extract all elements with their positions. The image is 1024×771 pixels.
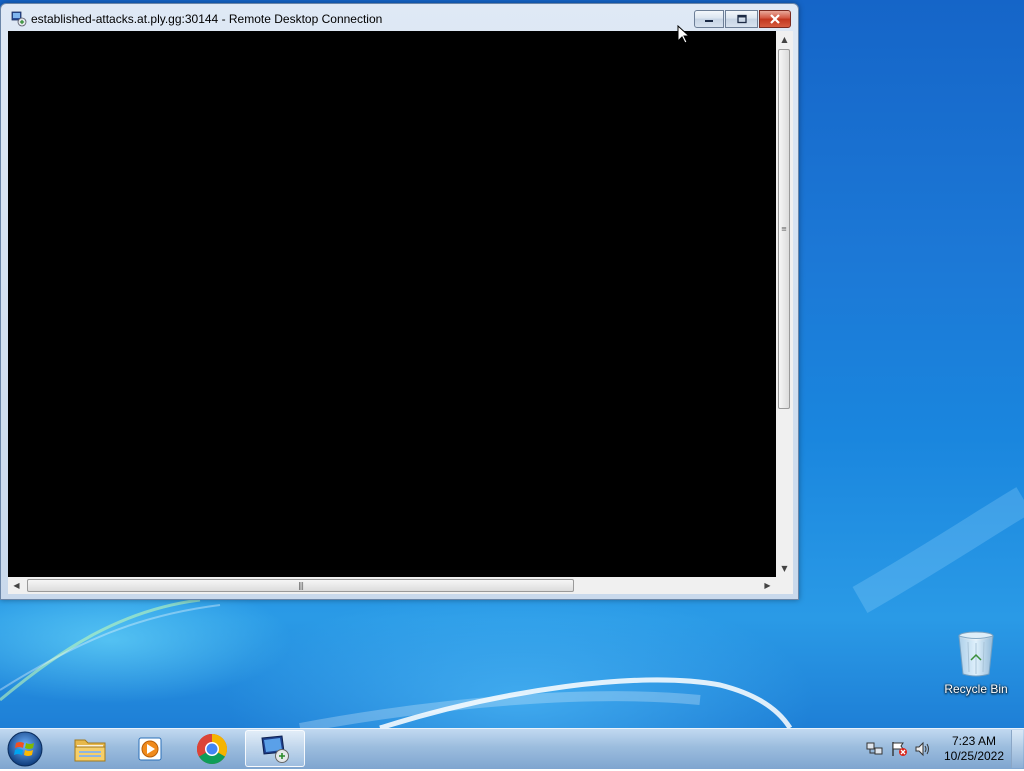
taskbar-button-explorer[interactable]: [62, 730, 118, 767]
desktop: established-attacks.at.ply.gg:30144 - Re…: [0, 0, 1024, 728]
clock-time: 7:23 AM: [951, 734, 997, 748]
remote-session-screen[interactable]: [8, 31, 776, 577]
chrome-icon: [196, 733, 228, 764]
window-title: established-attacks.at.ply.gg:30144 - Re…: [31, 12, 383, 26]
start-button[interactable]: [5, 730, 45, 768]
remote-desktop-icon: [261, 734, 289, 763]
windows-logo-icon: [7, 731, 43, 767]
folder-icon: [74, 739, 106, 761]
close-icon: [770, 14, 780, 24]
minimize-button[interactable]: [694, 10, 724, 28]
minimize-icon: [705, 20, 713, 22]
system-clock[interactable]: 7:23 AM 10/25/2022: [938, 734, 1010, 764]
horizontal-scrollbar[interactable]: ◀ ||| ▶: [8, 577, 776, 594]
vertical-scrollbar[interactable]: ▲ ≡ ▼: [776, 31, 793, 577]
scroll-up-arrow-icon[interactable]: ▲: [776, 31, 793, 48]
taskbar-button-remote-desktop[interactable]: [245, 730, 305, 767]
scrollbar-corner: [776, 577, 793, 594]
taskbar: 7:23 AM 10/25/2022: [0, 728, 1024, 769]
network-icon[interactable]: [866, 741, 884, 757]
horizontal-scroll-thumb[interactable]: |||: [27, 579, 574, 592]
volume-icon[interactable]: [914, 741, 932, 757]
scroll-right-arrow-icon[interactable]: ▶: [759, 577, 776, 594]
vertical-scroll-thumb[interactable]: ≡: [778, 49, 790, 409]
remote-desktop-window[interactable]: established-attacks.at.ply.gg:30144 - Re…: [0, 3, 799, 600]
restore-icon: [736, 14, 747, 24]
recycle-bin-label: Recycle Bin: [944, 682, 1008, 696]
scroll-left-arrow-icon[interactable]: ◀: [8, 577, 25, 594]
recycle-bin-icon: [958, 631, 994, 677]
maximize-button[interactable]: [725, 10, 758, 28]
taskbar-button-chrome[interactable]: [184, 730, 240, 767]
remote-desktop-icon: [11, 11, 27, 27]
scroll-down-arrow-icon[interactable]: ▼: [776, 560, 793, 577]
taskbar-button-media-player[interactable]: [122, 730, 178, 767]
show-desktop-button[interactable]: [1011, 730, 1023, 768]
action-center-flag-icon[interactable]: [890, 741, 908, 757]
mouse-pointer-icon: [677, 25, 691, 44]
clock-date: 10/25/2022: [943, 749, 1005, 763]
desktop-icon-recycle-bin[interactable]: Recycle Bin: [940, 630, 1012, 696]
media-player-icon: [138, 737, 162, 760]
close-button[interactable]: [759, 10, 791, 28]
